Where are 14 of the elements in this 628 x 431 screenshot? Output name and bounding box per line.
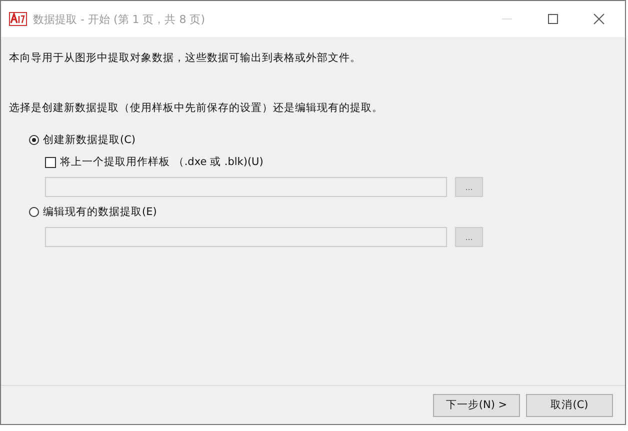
app-logo-icon (9, 12, 27, 26)
checkbox-label: 将上一个提取用作样板 （.dxe 或 .blk)(U) (60, 155, 264, 169)
radio-button[interactable] (29, 135, 39, 145)
dialog-button[interactable]: 取消(C) (526, 394, 613, 416)
radio-label: 创建新数据提取(C) (43, 133, 136, 147)
maximize-icon[interactable] (547, 13, 559, 25)
radio-label: 编辑现有的数据提取(E) (43, 205, 157, 219)
close-icon[interactable] (593, 13, 605, 25)
dialog-button[interactable]: 下一步(N) > (433, 394, 520, 416)
radio-button[interactable] (29, 207, 39, 217)
window-title: 数据提取 - 开始 (第 1 页，共 8 页) (33, 12, 206, 26)
checkbox[interactable] (45, 156, 56, 168)
intro-text: 本向导用于从图形中提取对象数据，这些数据可输出到表格或外部文件。 (9, 51, 362, 65)
prompt-text: 选择是创建新数据提取（使用样板中先前保存的设置）还是编辑现有的提取。 (9, 101, 384, 115)
